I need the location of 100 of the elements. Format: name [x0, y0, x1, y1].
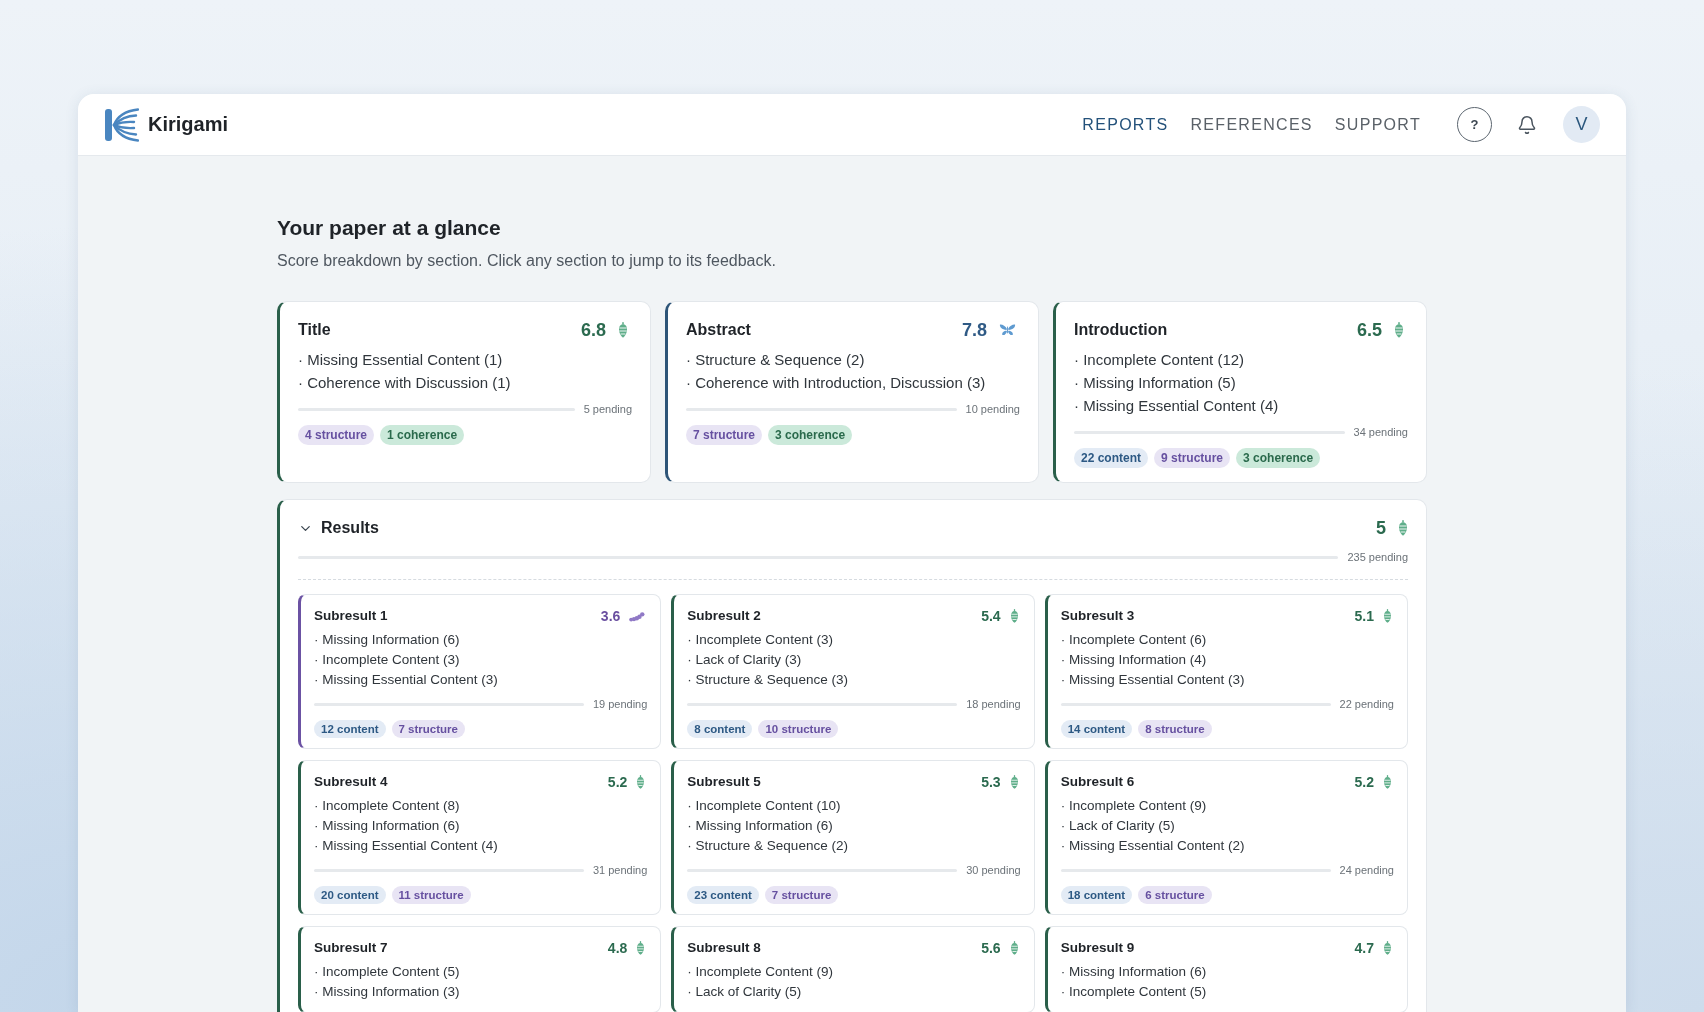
page-heading: Your paper at a glance: [277, 215, 502, 241]
issue-item: · Coherence with Discussion (1): [298, 373, 512, 393]
issue-item: · Missing Essential Content (3): [314, 671, 499, 689]
count-tag: 7 structure: [391, 720, 465, 738]
subsection-card[interactable]: Subresult 4 5.2 · Incomplete Content (8) · Missing Information (6) · Missing Essential Content (4) 31 pending 20 content 11 structure: [298, 760, 662, 915]
count-tag: 1 coherence: [380, 425, 465, 445]
results-title: Results: [321, 518, 379, 538]
cocoon-icon: [1383, 609, 1392, 623]
subsection-title: Subresult 6: [1060, 773, 1135, 791]
score-value: 6.8: [580, 319, 606, 341]
cocoon-icon: [1009, 775, 1019, 789]
cocoon-icon: [1398, 520, 1408, 536]
subsection-title: Subresult 9: [1060, 939, 1135, 957]
pending-count: 22 pending: [1339, 697, 1394, 712]
cocoon-icon: [1009, 941, 1019, 955]
cocoon-icon: [1394, 322, 1404, 338]
score-value: 7.8: [961, 319, 987, 341]
issue-item: · Missing Information (5): [1074, 373, 1237, 393]
score-value: 4.8: [607, 939, 628, 957]
issue-item: · Missing Information (4): [1060, 651, 1208, 669]
section-card[interactable]: Abstract 7.8 · Structure & Sequence (2) · Coherence with Introduction, Discussion (3) 10 pending 7 structure 3 coherence: [665, 301, 1039, 483]
count-tag: 20 content: [314, 886, 386, 904]
pending-count: 31 pending: [592, 863, 648, 878]
cocoon-icon: [1383, 941, 1392, 955]
subsection-card[interactable]: Subresult 6 5.2 · Incomplete Content (9) · Lack of Clarity (5) · Missing Essential Content (2) 24 pending 18 content 6 structure: [1044, 760, 1408, 915]
count-tag: 22 content: [1074, 448, 1148, 468]
issue-item: · Incomplete Content (8): [314, 797, 461, 815]
count-tag: 3 coherence: [1236, 448, 1321, 468]
issue-item: · Missing Information (3): [314, 983, 461, 1001]
score-value: 5.2: [607, 773, 628, 791]
cocoon-icon: [618, 322, 628, 338]
subsection-card[interactable]: Subresult 7 4.8 · Incomplete Content (5) · Missing Information (3): [298, 926, 662, 1012]
subsection-card[interactable]: Subresult 8 5.6 · Incomplete Content (9) · Lack of Clarity (5): [671, 926, 1035, 1012]
bell-icon[interactable]: [1517, 114, 1537, 135]
issue-item: · Missing Essential Content (4): [314, 837, 499, 855]
subsection-title: Subresult 4: [314, 773, 388, 791]
subsection-title: Subresult 8: [687, 939, 761, 957]
issue-item: · Lack of Clarity (3): [687, 651, 803, 669]
section-card[interactable]: Title 6.8 · Missing Essential Content (1) · Coherence with Discussion (1) 5 pending 4 structure 1 coherence: [277, 301, 651, 483]
count-tag: 3 coherence: [768, 425, 853, 445]
section-title: Abstract: [686, 320, 751, 340]
subsection-card[interactable]: Subresult 5 5.3 · Incomplete Content (10) · Missing Information (6) · Structure & Sequence (2) 30 pending 23 content 7 structure: [671, 760, 1035, 915]
count-tag: 7 structure: [764, 886, 839, 904]
issue-item: · Structure & Sequence (2): [687, 837, 849, 855]
count-tag: 23 content: [687, 886, 759, 904]
avatar-button[interactable]: V: [1563, 106, 1600, 143]
subsection-title: Subresult 1: [314, 607, 388, 625]
count-tag: 6 structure: [1138, 886, 1212, 904]
count-tag: 11 structure: [391, 886, 471, 904]
count-tag: 12 content: [314, 720, 386, 738]
issue-item: · Missing Essential Content (1): [298, 350, 504, 370]
issue-item: · Missing Information (6): [687, 817, 834, 835]
score-value: 4.7: [1354, 939, 1374, 957]
subsection-card[interactable]: Subresult 3 5.1 · Incomplete Content (6) · Missing Information (4) · Missing Essential Content (3) 22 pending 14 content 8 structure: [1044, 594, 1408, 749]
issue-item: · Incomplete Content (9): [687, 963, 834, 981]
issue-item: · Incomplete Content (5): [1060, 983, 1208, 1001]
caterpillar-icon: [629, 610, 646, 622]
issue-item: · Lack of Clarity (5): [687, 983, 803, 1001]
subsection-title: Subresult 7: [314, 939, 388, 957]
subsection-card[interactable]: Subresult 1 3.6 · Missing Information (6) · Incomplete Content (3) · Missing Essential Content (3) 19 pending 12 content 7 structure: [298, 594, 662, 749]
subsection-title: Subresult 5: [687, 773, 761, 791]
count-tag: 10 structure: [758, 720, 839, 738]
score-value: 3.6: [600, 607, 621, 625]
score-value: 5.3: [981, 773, 1001, 791]
butterfly-icon: [999, 324, 1016, 336]
issue-item: · Incomplete Content (10): [687, 797, 842, 815]
pending-count: 10 pending: [965, 402, 1020, 417]
count-tag: 8 content: [687, 720, 753, 738]
cocoon-icon: [636, 941, 646, 955]
issue-item: · Missing Information (6): [314, 631, 461, 649]
count-tag: 18 content: [1060, 886, 1133, 904]
subsection-card[interactable]: Subresult 2 5.4 · Incomplete Content (3) · Lack of Clarity (3) · Structure & Sequence (3) 18 pending 8 content 10 structure: [671, 594, 1035, 749]
issue-item: · Lack of Clarity (5): [1060, 817, 1176, 835]
pending-count: 19 pending: [592, 697, 648, 712]
nav-link[interactable]: SUPPORT: [1334, 113, 1421, 136]
issue-item: · Incomplete Content (3): [314, 651, 461, 669]
help-button[interactable]: ?: [1457, 107, 1492, 142]
issue-item: · Incomplete Content (6): [1060, 631, 1208, 649]
score-value: 5.1: [1354, 607, 1374, 625]
cocoon-icon: [1009, 609, 1019, 623]
issue-item: · Missing Information (6): [1060, 963, 1208, 981]
issue-item: · Missing Essential Content (2): [1060, 837, 1246, 855]
count-tag: 8 structure: [1138, 720, 1212, 738]
nav-link[interactable]: REPORTS: [1082, 113, 1169, 136]
section-card[interactable]: Introduction 6.5 · Incomplete Content (12) · Missing Information (5) · Missing Essential Content (4) 34 pending 22 content 9 structure 3 coherence: [1053, 301, 1427, 483]
nav-link[interactable]: REFERENCES: [1190, 113, 1313, 136]
pending-count: 34 pending: [1353, 425, 1408, 440]
pending-count: 18 pending: [966, 697, 1021, 712]
subsection-title: Subresult 3: [1060, 607, 1135, 625]
cocoon-icon: [1383, 775, 1392, 789]
count-tag: 9 structure: [1154, 448, 1231, 468]
subsection-card[interactable]: Subresult 9 4.7 · Missing Information (6) · Incomplete Content (5): [1044, 926, 1408, 1012]
page-subtitle: Score breakdown by section. Click any section to jump to its feedback.: [277, 251, 777, 271]
score-value: 5.2: [1354, 773, 1374, 791]
subsection-title: Subresult 2: [687, 607, 761, 625]
pending-count: 30 pending: [966, 863, 1021, 878]
issue-item: · Incomplete Content (3): [687, 631, 834, 649]
issue-item: · Missing Information (6): [314, 817, 461, 835]
pending-count: 5 pending: [583, 402, 632, 417]
pending-count: 235 pending: [1347, 550, 1408, 565]
